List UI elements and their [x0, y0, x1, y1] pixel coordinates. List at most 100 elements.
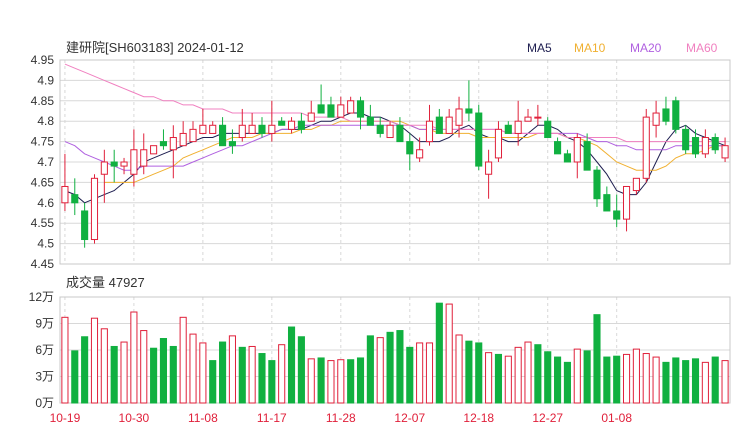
x-tick-label: 11-08 [188, 411, 218, 425]
candle-down [583, 141, 591, 171]
volume-bar-down [406, 346, 414, 404]
volume-bar-up [189, 333, 197, 404]
volume-tick-label: 0万 [35, 396, 54, 410]
candle-down [366, 116, 374, 126]
volume-bar-down [209, 360, 217, 404]
volume-bar-down [268, 360, 276, 404]
volume-bar-down [672, 357, 680, 404]
volume-bar-down [593, 314, 601, 404]
x-tick-label: 11-28 [326, 411, 356, 425]
candle-down [81, 210, 89, 241]
x-tick-label: 12-07 [394, 411, 425, 425]
price-tick-label: 4.75 [31, 135, 55, 149]
volume-bar-down [682, 360, 690, 404]
candle-up [534, 116, 542, 119]
candle-up [287, 120, 296, 130]
volume-bar-down [169, 345, 177, 404]
volume-bar-down [554, 356, 562, 404]
candle-up [485, 161, 493, 175]
volume-bar-up [199, 342, 207, 404]
candle-up [622, 185, 631, 220]
price-tick-label: 4.5 [37, 237, 54, 251]
candlesticks [61, 80, 729, 248]
volume-bar-down [110, 345, 118, 404]
price-tick-label: 4.9 [37, 73, 54, 87]
price-tick-label: 4.6 [37, 196, 54, 210]
volume-tick-label: 6万 [35, 343, 54, 357]
candle-up [425, 120, 434, 143]
candle-up [386, 124, 394, 139]
volume-bar-up [248, 345, 256, 404]
x-tick-label: 01-08 [601, 411, 632, 425]
x-tick-label: 12-27 [532, 411, 563, 425]
candle-up [169, 137, 177, 151]
volume-bar-down [81, 336, 89, 404]
candle-down [554, 141, 562, 155]
volume-bar-down [150, 347, 158, 404]
candle-down [110, 161, 118, 167]
volume-bar-down [603, 356, 611, 404]
volume-bar-up [278, 344, 286, 404]
volume-bar-down [475, 342, 483, 404]
volume-tick-label: 12万 [29, 290, 54, 304]
candle-up [179, 132, 187, 147]
volume-bar-down [494, 353, 503, 404]
candle-up [701, 137, 709, 155]
legend-ma5: MA5 [527, 41, 552, 55]
volume-bar-down [71, 350, 79, 404]
candle-up [120, 161, 128, 167]
volume-bar-up [524, 341, 532, 404]
candle-up [189, 128, 197, 143]
candle-down [327, 104, 335, 118]
price-tick-label: 4.65 [31, 175, 55, 189]
x-tick-label: 11-17 [257, 411, 287, 425]
price-tick-label: 4.45 [31, 257, 55, 271]
candle-up [307, 112, 315, 122]
volume-bar-up [337, 359, 345, 404]
volume-bar-down [711, 356, 719, 404]
volume-bar-up [425, 342, 434, 404]
price-tick-label: 4.55 [31, 216, 55, 230]
candle-down [544, 120, 552, 139]
ma10-line [104, 120, 726, 183]
candle-down [603, 194, 611, 212]
candle-up [248, 124, 256, 134]
stock-chart: 4.95 4.9 4.85 4.8 4.75 4.7 4.65 4.6 4.55 4.5 4.45 1… [29, 40, 731, 425]
volume-tick-label: 3万 [35, 370, 54, 384]
candle-down [406, 141, 414, 155]
candle-down [711, 137, 719, 151]
candle-up [199, 124, 207, 134]
candle-up [347, 100, 355, 114]
candle-down [396, 124, 404, 143]
candle-up [337, 104, 345, 118]
volume-bar-up [445, 303, 453, 404]
volume-bar-up [376, 337, 384, 404]
candle-down [376, 124, 384, 134]
volume-tick-label: 9万 [35, 317, 54, 331]
candle-down [672, 100, 680, 130]
volume-bar-down [613, 355, 621, 404]
candle-up [642, 116, 650, 179]
candle-down [682, 128, 690, 151]
volume-bar-up [327, 360, 335, 404]
volume-bar-down [563, 361, 571, 404]
candle-up [455, 108, 463, 126]
volume-bar-down [347, 359, 355, 404]
candle-down [435, 116, 443, 134]
volume-bar-down [238, 346, 246, 404]
volume-bar-down [396, 330, 404, 404]
candle-up [100, 161, 108, 175]
volume-bar-down [544, 351, 552, 404]
candle-up [652, 112, 660, 126]
volume-bar-down [465, 340, 473, 404]
volume-bar-down [534, 344, 542, 404]
volume-bar-up [504, 355, 512, 404]
candle-down [613, 210, 621, 220]
candle-down [563, 153, 571, 163]
y-axis-labels: 4.95 4.9 4.85 4.8 4.75 4.7 4.65 4.6 4.55 4.5 4.45 1… [29, 53, 55, 410]
candle-up [140, 149, 148, 167]
volume-bar-up [228, 335, 236, 404]
volume-bar-up [120, 341, 128, 404]
volume-bar-up [90, 317, 99, 404]
price-tick-label: 4.8 [37, 114, 54, 128]
